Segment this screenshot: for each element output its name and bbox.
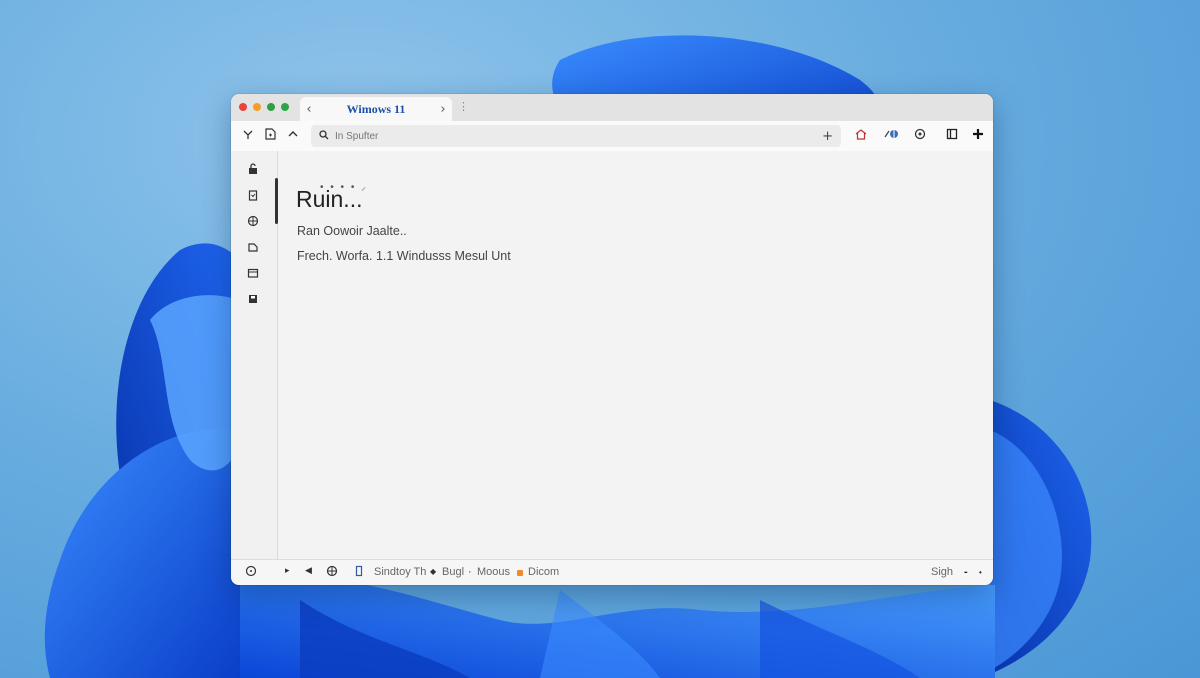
main-content: • • • • ⸝ Ruin... Ran Oowoir Jaalte.. Fr… — [278, 151, 993, 560]
status-bar: ▸ ◀ Sindtoy Th ◆ Bugl · Moous Dicom Sigh… — [231, 559, 993, 585]
browser-tab[interactable]: ‹ Wimows 11 › — [300, 97, 452, 121]
maximize-button[interactable] — [267, 103, 275, 111]
bullet-icon: ◆ — [430, 567, 437, 576]
window-body: • • • • ⸝ Ruin... Ran Oowoir Jaalte.. Fr… — [231, 151, 993, 560]
close-button[interactable] — [239, 103, 247, 111]
save-icon[interactable] — [245, 291, 261, 307]
extra-control-button[interactable] — [281, 103, 289, 111]
window-controls — [239, 103, 289, 111]
title-bar: ‹ Wimows 11 › ⋮ — [231, 94, 993, 121]
page-heading: Ruin... — [296, 186, 363, 212]
trash-icon[interactable] — [245, 187, 261, 203]
back-icon[interactable] — [241, 127, 255, 145]
folder-icon[interactable] — [245, 265, 261, 281]
orange-status-dot — [517, 570, 523, 576]
document-icon[interactable] — [245, 239, 261, 255]
tab-back-icon[interactable]: ‹ — [300, 102, 318, 117]
status-label-4: Dicom — [528, 566, 560, 578]
search-icon — [319, 129, 329, 143]
tab-title: Wimows 11 — [346, 101, 406, 116]
sidebar — [231, 151, 278, 560]
browser-window: ‹ Wimows 11 › ⋮ + — [231, 94, 993, 585]
toolbar: + — [231, 121, 993, 152]
minimize-status-button[interactable]: - — [964, 566, 968, 578]
address-bar: + — [311, 125, 841, 147]
clock-icon[interactable] — [245, 565, 257, 580]
separator-dot-icon: · — [468, 566, 472, 578]
pointer-icon[interactable]: ▸ — [285, 566, 290, 576]
status-label-1: Sindtoy Th — [374, 566, 427, 578]
extension-icon[interactable] — [883, 127, 899, 145]
detail-line: Frech. Worfa. 1.1 Windusss Mesul Unt — [297, 249, 511, 263]
status-right-label: Sigh — [931, 566, 954, 578]
minimize-button[interactable] — [253, 103, 261, 111]
globe-icon[interactable] — [245, 213, 261, 229]
new-tab-button[interactable]: + — [822, 129, 833, 144]
tab-menu-icon[interactable]: ⋮ — [458, 100, 469, 113]
status-line: Ran Oowoir Jaalte.. — [297, 224, 407, 238]
new-file-icon[interactable] — [263, 127, 277, 145]
chevron-up-icon[interactable] — [286, 127, 300, 145]
shield-icon[interactable] — [913, 127, 927, 145]
address-input[interactable] — [335, 130, 823, 142]
device-icon[interactable] — [354, 565, 364, 580]
play-back-icon[interactable]: ◀ — [305, 566, 312, 576]
lock-icon[interactable] — [245, 161, 261, 177]
home-icon[interactable] — [854, 127, 868, 145]
status-dot-button[interactable]: • — [979, 568, 982, 577]
tab-forward-icon[interactable]: › — [434, 102, 452, 117]
globe-small-icon[interactable] — [326, 565, 338, 580]
star-icon[interactable] — [971, 127, 985, 145]
status-label-3: Moous — [477, 566, 511, 578]
status-label-2: Bugl — [442, 566, 465, 578]
window-icon[interactable] — [945, 127, 959, 145]
